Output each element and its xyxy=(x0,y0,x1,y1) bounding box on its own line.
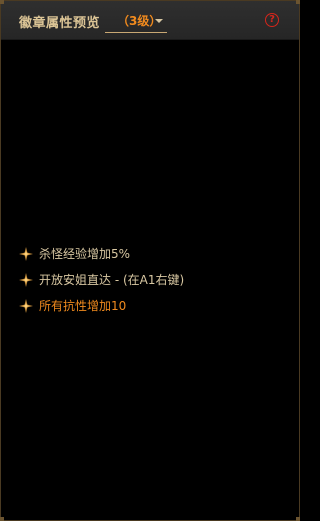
frame-corner xyxy=(296,0,300,4)
caret-down-icon xyxy=(155,19,163,23)
panel-header: 徽章属性预览 （3级） ? xyxy=(1,1,299,40)
level-dropdown[interactable]: （3级） xyxy=(105,7,167,33)
help-button[interactable]: ? xyxy=(265,13,279,27)
frame-corner xyxy=(0,517,4,521)
sparkle-diamond-icon xyxy=(19,273,33,287)
property-text: 开放安姐直达 - (在A1右键) xyxy=(39,273,185,287)
panel-title: 徽章属性预览 xyxy=(19,16,101,31)
sparkle-diamond-icon xyxy=(19,247,33,261)
sparkle-diamond-icon xyxy=(19,299,33,313)
frame-corner xyxy=(296,517,300,521)
property-text: 杀怪经验增加5% xyxy=(39,247,131,261)
question-circle-icon: ? xyxy=(269,14,275,25)
badge-preview-panel: 徽章属性预览 （3级） ? 杀怪经验增加5% 开放安姐直达 - (在A1右键) xyxy=(0,0,300,521)
property-text: 所有抗性增加10 xyxy=(39,299,127,313)
frame-corner xyxy=(0,0,4,4)
